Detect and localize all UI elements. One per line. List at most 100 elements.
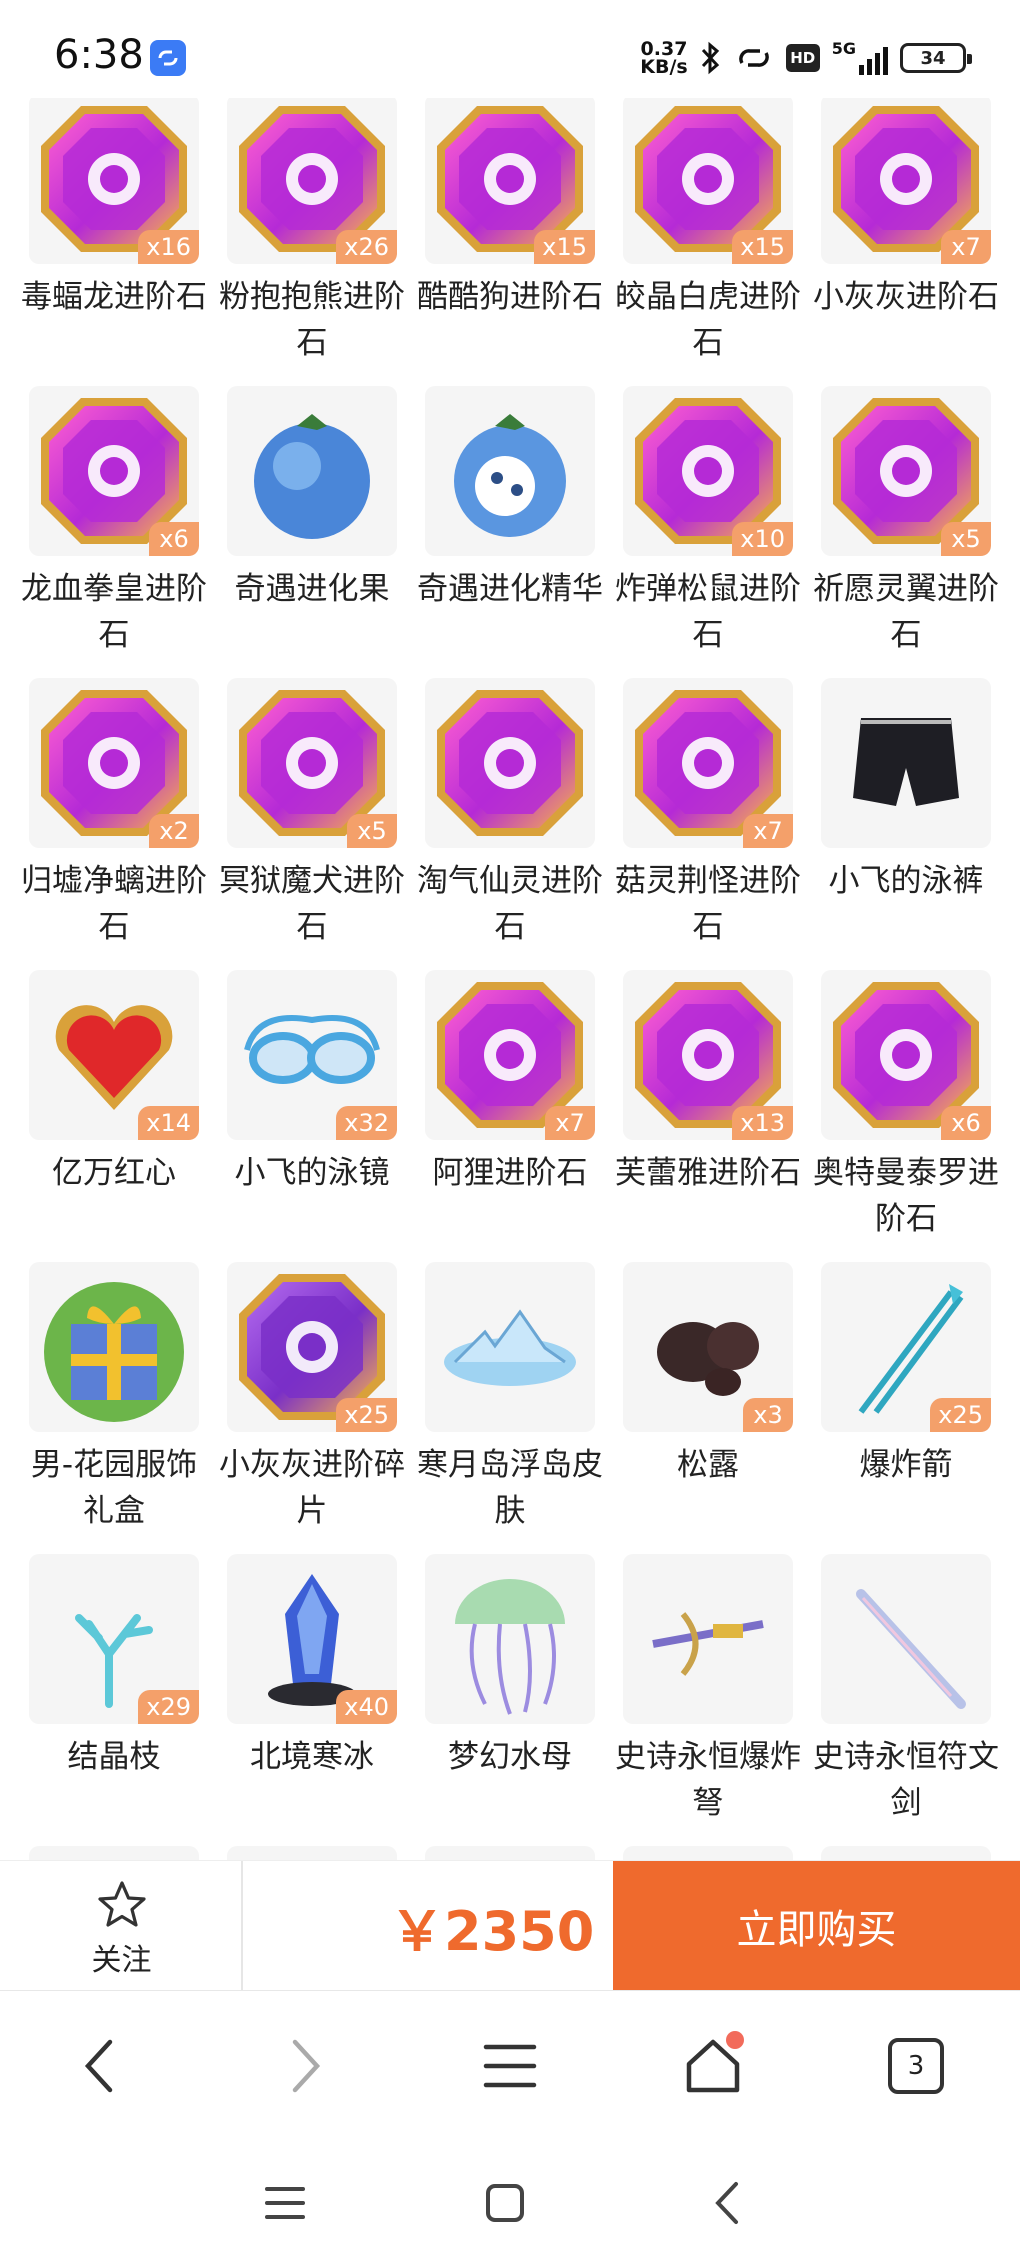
blue-fruit-essence-icon <box>425 386 595 556</box>
item-label: 龙血拳皇进阶石 <box>21 571 207 653</box>
purple-gem-icon: x7 <box>425 970 595 1140</box>
quantity-badge: x5 <box>347 814 397 848</box>
item-label: 松露 <box>677 1447 739 1483</box>
quantity-badge: x5 <box>941 522 991 556</box>
item-label: 毒蝠龙进阶石 <box>21 279 207 315</box>
blue-fruit-icon <box>227 386 397 556</box>
purple-gem-icon: x6 <box>821 970 991 1140</box>
quantity-badge: x2 <box>149 814 199 848</box>
sword-icon <box>821 1554 991 1724</box>
item-label: 史诗永恒爆炸弩 <box>615 1739 801 1821</box>
item-label: 冥狱魔犬进阶石 <box>219 863 405 945</box>
item-label: 奇遇进化果 <box>234 571 390 607</box>
purple-gem-icon: x15 <box>425 98 595 264</box>
quantity-badge: x7 <box>941 230 991 264</box>
chevron-right-icon <box>292 2039 321 2093</box>
follow-button[interactable]: 关注 <box>0 1861 243 1991</box>
item-label: 酷酷狗进阶石 <box>417 279 603 315</box>
crossbow-icon <box>623 1554 793 1724</box>
quantity-badge: x6 <box>941 1106 991 1140</box>
item-label: 菇灵荆怪进阶石 <box>615 863 801 945</box>
item-label: 祈愿灵翼进阶石 <box>813 571 999 653</box>
swim-trunks-icon <box>821 678 991 848</box>
purple-gem-icon: x7 <box>821 98 991 264</box>
buy-now-button[interactable]: 立即购买 <box>613 1861 1020 1991</box>
item-label: 爆炸箭 <box>859 1447 953 1483</box>
grid-item-partial[interactable] <box>227 1846 397 1860</box>
purple-gem-icon: x26 <box>227 98 397 264</box>
item-label: 寒月岛浮岛皮肤 <box>417 1447 603 1529</box>
purple-gem-icon: x15 <box>623 98 793 264</box>
grid-item-partial[interactable] <box>821 1846 991 1860</box>
hd-icon: HD <box>785 44 820 72</box>
quantity-badge: x3 <box>743 1398 793 1432</box>
net-speed: 0.37 KB/s <box>640 40 688 78</box>
purple-gem-icon: x10 <box>623 386 793 556</box>
browser-nav-bar: 3 <box>0 1990 1020 2140</box>
grid-item-partial[interactable] <box>623 1846 793 1860</box>
recents-icon <box>265 2187 305 2219</box>
chevron-left-icon <box>84 2039 113 2093</box>
system-nav-bar <box>0 2140 1020 2267</box>
item-label: 奇遇进化精华 <box>417 571 603 607</box>
action-bar: 关注 ￥2350 立即购买 <box>0 1860 1020 1991</box>
quantity-badge: x15 <box>534 230 595 264</box>
gift-box-icon <box>29 1262 199 1432</box>
violet-gem-icon: x25 <box>227 1262 397 1432</box>
home-button[interactable] <box>668 2021 758 2111</box>
purple-gem-icon: x13 <box>623 970 793 1140</box>
item-label: 奥特曼泰罗进阶石 <box>813 1155 999 1237</box>
home-system-button[interactable] <box>470 2168 540 2238</box>
item-label: 归墟净螭进阶石 <box>21 863 207 945</box>
back-button[interactable] <box>55 2021 145 2111</box>
red-heart-icon: x14 <box>29 970 199 1140</box>
quantity-badge: x14 <box>138 1106 199 1140</box>
status-icons: 0.37 KB/s HD 5G 34 <box>640 36 972 80</box>
item-label: 亿万红心 <box>52 1155 176 1191</box>
link-icon <box>738 49 769 67</box>
quantity-badge: x29 <box>138 1690 199 1724</box>
recent-apps-button[interactable] <box>250 2168 320 2238</box>
item-grid: x16 毒蝠龙进阶石 x26 粉抱抱熊进阶石 x15 酷酷狗进阶石 x15 皎晶… <box>0 98 1020 1860</box>
ice-crystal-icon: x40 <box>227 1554 397 1724</box>
quantity-badge: x26 <box>336 230 397 264</box>
purple-gem-icon: x7 <box>623 678 793 848</box>
menu-icon <box>483 2044 537 2088</box>
back-system-button[interactable] <box>692 2168 762 2238</box>
quantity-badge: x15 <box>732 230 793 264</box>
arrows-icon: x25 <box>821 1262 991 1432</box>
tabs-button[interactable]: 3 <box>871 2021 961 2111</box>
menu-button[interactable] <box>465 2021 555 2111</box>
item-label: 皎晶白虎进阶石 <box>615 279 801 361</box>
purple-gem-icon: x5 <box>821 386 991 556</box>
purple-gem-icon: x5 <box>227 678 397 848</box>
app-notification-icon <box>150 40 186 76</box>
item-label: 结晶枝 <box>67 1739 161 1775</box>
purple-gem-icon: x2 <box>29 678 199 848</box>
item-label: 小灰灰进阶碎片 <box>219 1447 405 1529</box>
item-label: 芙蕾雅进阶石 <box>615 1155 801 1191</box>
battery-level: 34 <box>920 47 946 69</box>
quantity-badge: x13 <box>732 1106 793 1140</box>
truffle-icon: x3 <box>623 1262 793 1432</box>
item-label: 小飞的泳裤 <box>828 863 984 899</box>
jellyfish-icon <box>425 1554 595 1724</box>
quantity-badge: x25 <box>930 1398 991 1432</box>
price: ￥2350 <box>390 1900 595 1963</box>
quantity-badge: x25 <box>336 1398 397 1432</box>
grid-item-partial[interactable] <box>29 1846 199 1860</box>
status-bar: 6:38 0.37 KB/s HD 5G 34 <box>0 0 1020 98</box>
floating-island-icon <box>425 1262 595 1432</box>
quantity-badge: x16 <box>138 230 199 264</box>
item-label: 梦幻水母 <box>448 1739 572 1775</box>
notification-dot <box>726 2031 744 2049</box>
item-label: 北境寒冰 <box>250 1739 374 1775</box>
item-label: 淘气仙灵进阶石 <box>417 863 603 945</box>
quantity-badge: x40 <box>336 1690 397 1724</box>
net-speed-unit: KB/s <box>640 56 688 78</box>
star-icon <box>98 1881 146 1927</box>
battery-icon: 34 <box>900 43 972 73</box>
forward-button[interactable] <box>260 2021 350 2111</box>
item-label: 炸弹松鼠进阶石 <box>615 571 801 653</box>
grid-item-partial[interactable] <box>425 1846 595 1860</box>
